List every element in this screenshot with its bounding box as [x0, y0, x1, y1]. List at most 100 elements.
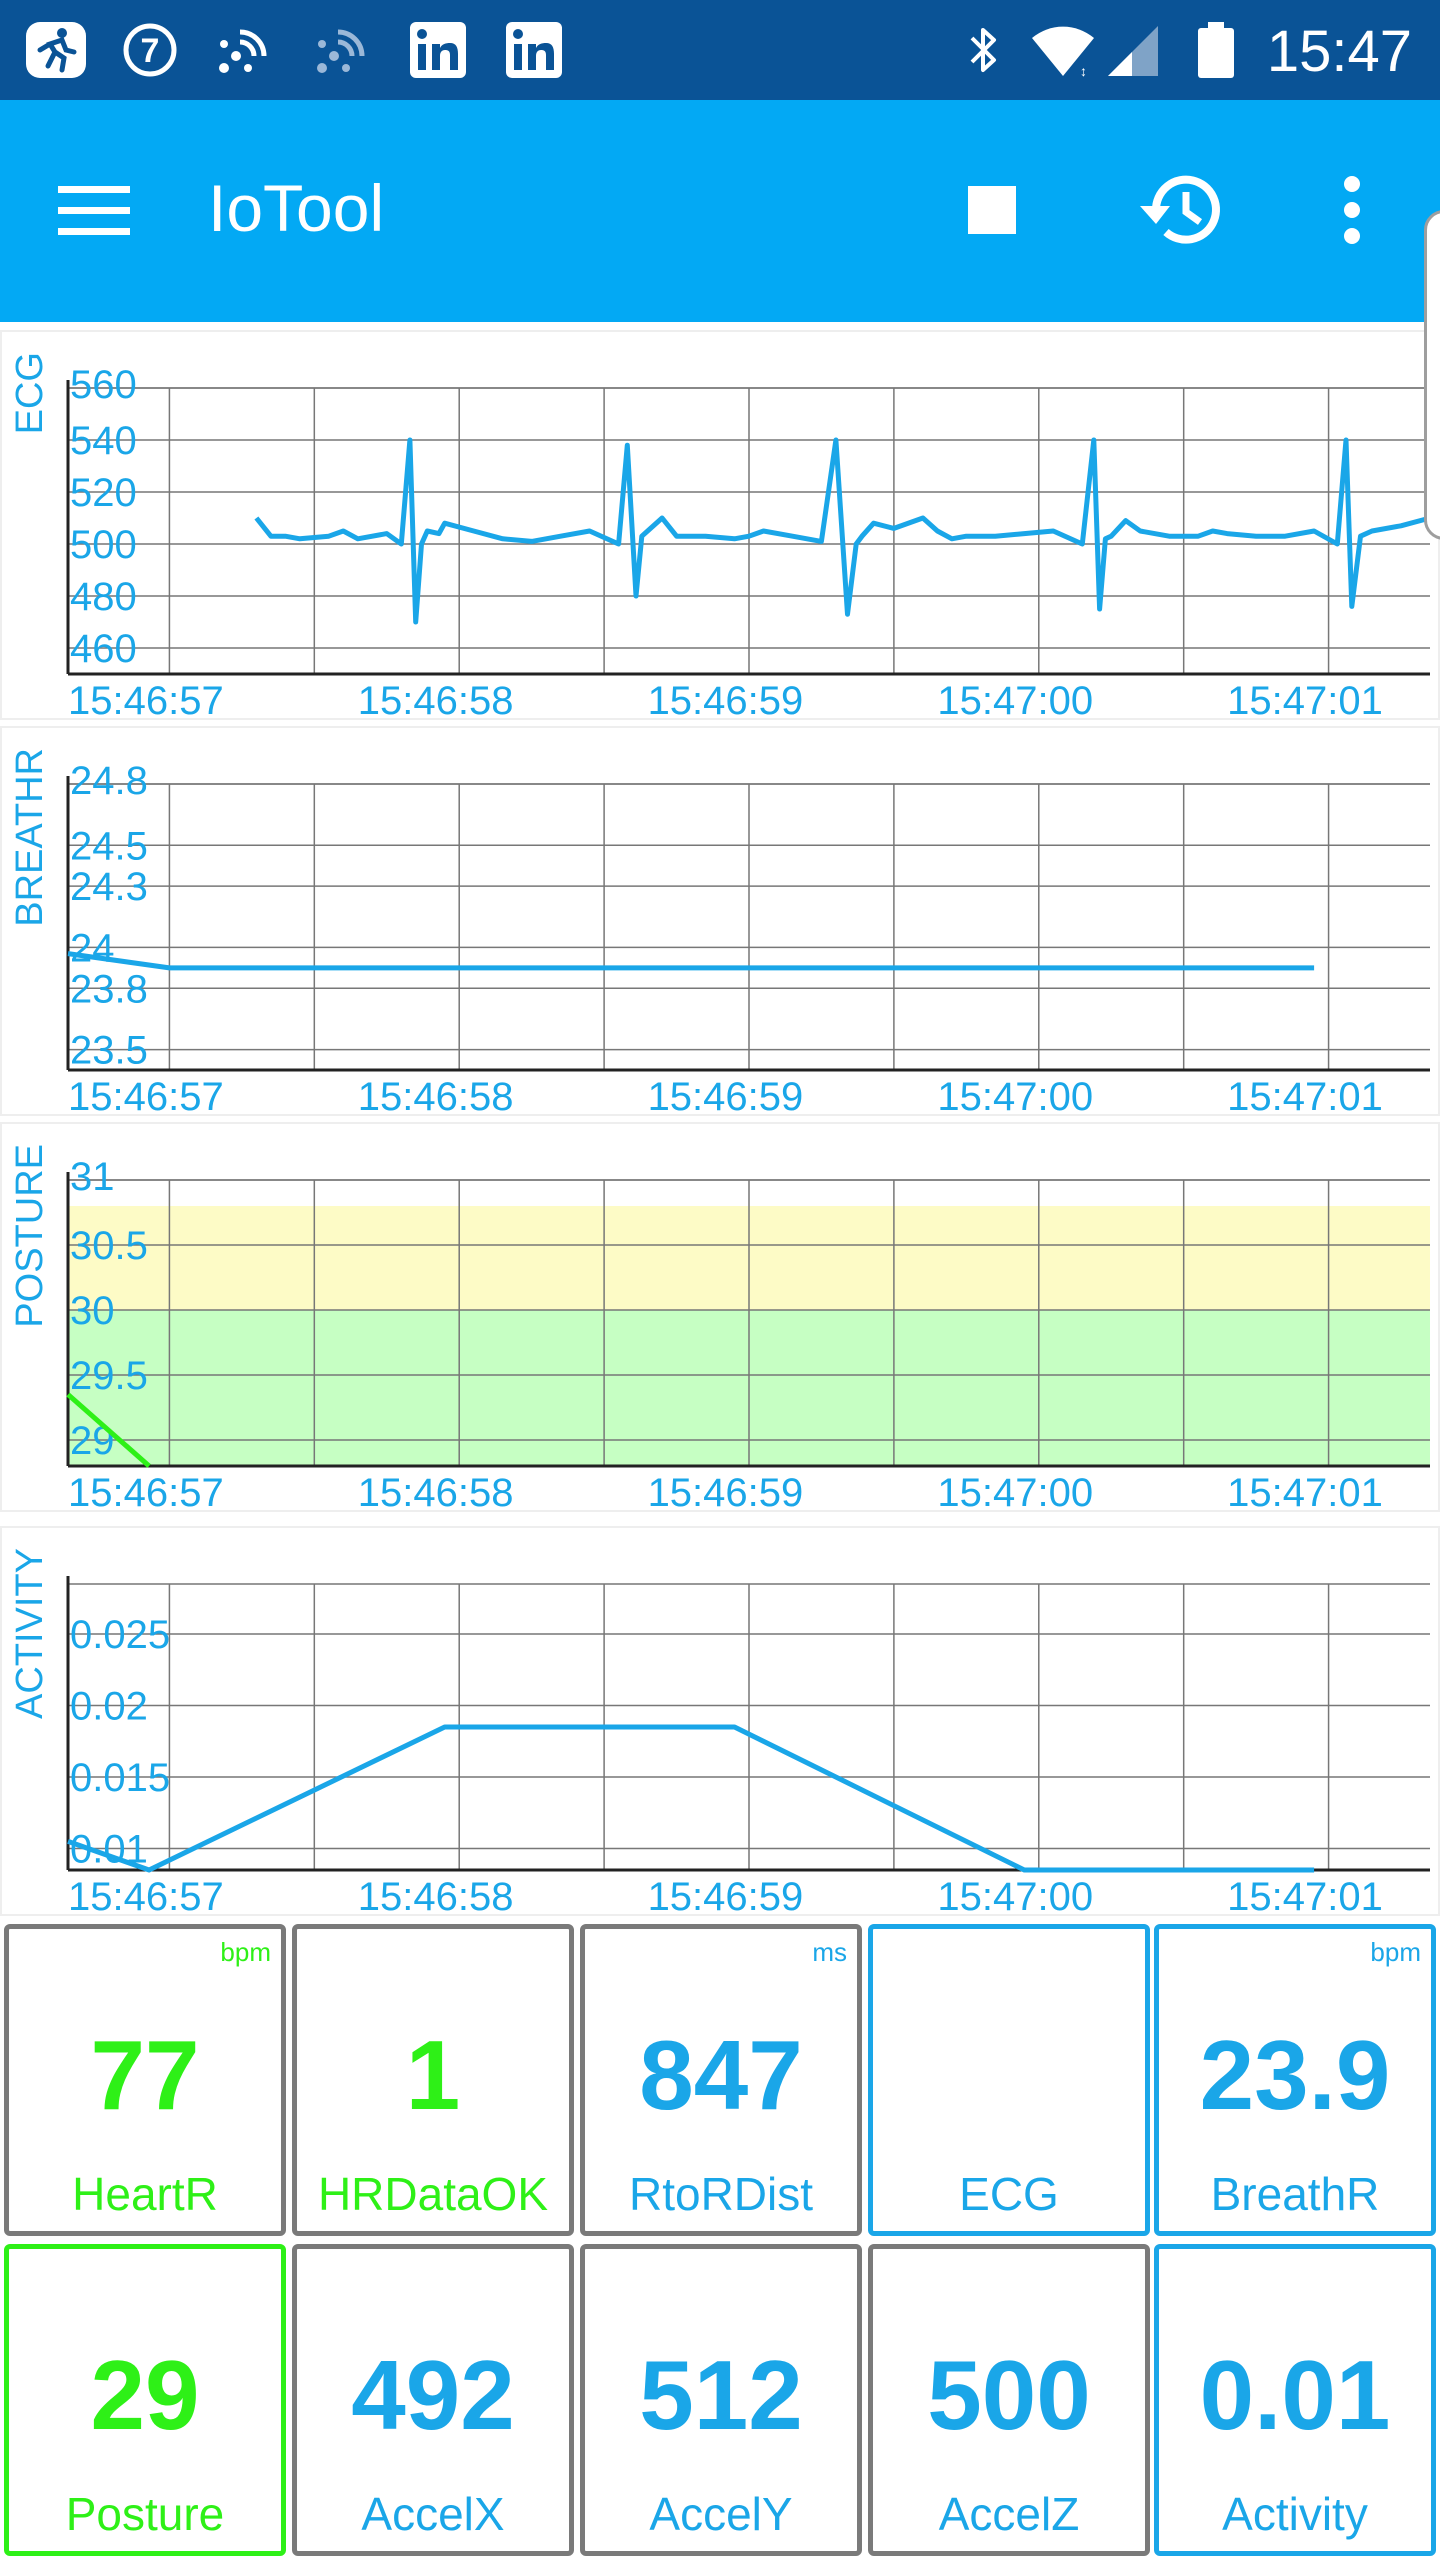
tile-label: ECG	[959, 2168, 1059, 2220]
tile-label: Activity	[1222, 2488, 1368, 2540]
x-tick-label: 15:46:59	[648, 1471, 804, 1512]
x-tick-label: 15:46:57	[68, 1471, 224, 1512]
tile-value: 500	[927, 2340, 1091, 2450]
x-tick-label: 15:46:58	[358, 1075, 514, 1116]
x-tick-label: 15:46:57	[68, 1875, 224, 1916]
svg-text:↕: ↕	[1080, 63, 1087, 78]
y-tick-label: 540	[70, 419, 137, 463]
breathr-chart: 24.8 24.5 24.3 24 23.8 23.5 15:46:57 15:46:58 15…	[0, 726, 1440, 1116]
tile-label: HRDataOK	[317, 2168, 549, 2220]
clock: 15:47	[1266, 19, 1412, 84]
satellite-faint-icon	[317, 29, 365, 73]
x-tick-label: 15:46:57	[68, 679, 224, 720]
activity-chart: 0.025 0.02 0.015 0.01 15:46:57 15:46:58 15:46:…	[0, 1526, 1440, 1916]
posture-chart: 31 30.5 30 29.5 29 15:46:57 15:46:58 15:46:59 15…	[0, 1122, 1440, 1512]
y-tick-label: 23.8	[70, 967, 148, 1011]
tile-hrdataok[interactable]: 1 HRDataOK	[292, 1924, 574, 2236]
tile-posture[interactable]: 29 Posture	[4, 2244, 286, 2556]
bluetooth-icon	[970, 28, 996, 72]
y-tick-label: 30	[70, 1289, 115, 1333]
tile-unit: bpm	[220, 1937, 271, 1967]
y-axis-title: ECG	[9, 352, 51, 434]
y-tick-label: 24.3	[70, 865, 148, 909]
x-tick-label: 15:46:58	[358, 1471, 514, 1512]
tile-label: AccelX	[361, 2488, 505, 2540]
linkedin-icon	[410, 22, 466, 78]
series-line	[254, 437, 1431, 625]
y-tick-label: 31	[70, 1155, 115, 1199]
x-tick-label: 15:46:57	[68, 1075, 224, 1116]
tile-value: 77	[90, 2020, 200, 2130]
x-tick-label: 15:47:01	[1227, 1075, 1383, 1116]
y-tick-label: 29	[70, 1419, 115, 1463]
tile-accelz[interactable]: 500 AccelZ	[868, 2244, 1150, 2556]
y-axis-title: ACTIVITY	[9, 1548, 51, 1719]
y-tick-label: 460	[70, 627, 137, 671]
ecg-chart: 560 540 520 500 480 460 15:46:57 15:46:58 15:46:…	[0, 330, 1440, 720]
y-tick-label: 0.02	[70, 1685, 148, 1729]
sensor-tiles: bpm 77 HeartR 1 HRDataOK ms 847 RtoRDist…	[0, 1920, 1440, 2560]
tile-label: AccelZ	[938, 2488, 1080, 2540]
wifi-icon: ↕	[1032, 26, 1094, 78]
tile-value: 0.01	[1199, 2340, 1391, 2450]
y-tick-label: 24.5	[70, 824, 148, 868]
status-bar: 7 ↕ 15:47	[0, 0, 1440, 100]
tile-label: HeartR	[72, 2168, 218, 2220]
activity-chart-svg: 0.0250.020.0150.0115:46:57 15:46:58 15:46:…	[9, 1548, 1430, 1916]
signal-icon	[1108, 26, 1158, 76]
x-tick-label: 15:47:00	[937, 679, 1093, 720]
side-drawer-handle[interactable]	[1424, 210, 1440, 540]
tile-value: 29	[90, 2340, 200, 2450]
svg-text:7: 7	[141, 32, 160, 70]
y-tick-label: 520	[70, 471, 137, 515]
linkedin-icon	[506, 22, 562, 78]
y-tick-label: 29.5	[70, 1354, 148, 1398]
breathr-chart-svg: 24.8 24.524.3 2423.8 23.515:46:57 15:46:58 15…	[9, 748, 1430, 1116]
satellite-icon	[219, 29, 267, 73]
y-axis-title: POSTURE	[9, 1144, 51, 1328]
y-tick-label: 24	[70, 926, 115, 970]
y-axis-title: BREATHR	[9, 748, 51, 927]
stop-icon[interactable]	[966, 184, 1018, 236]
seven-badge-icon: 7	[123, 23, 177, 77]
y-tick-label: 0.015	[70, 1756, 170, 1800]
posture-chart-svg: 31 30.5 30 29.5 29 15:46:57 15:46:58 15:46:59 15…	[9, 1144, 1430, 1512]
more-vert-icon[interactable]	[1334, 174, 1370, 246]
x-tick-label: 15:46:58	[358, 679, 514, 720]
tile-rtordist[interactable]: ms 847 RtoRDist	[580, 1924, 862, 2236]
tile-value: 1	[405, 2020, 461, 2130]
tile-activity[interactable]: 0.01 Activity	[1154, 2244, 1436, 2556]
tile-value: 23.9	[1199, 2020, 1391, 2130]
running-app-icon	[26, 22, 86, 78]
y-tick-label: 0.025	[70, 1613, 170, 1657]
x-tick-label: 15:46:59	[648, 679, 804, 720]
x-tick-label: 15:47:01	[1227, 679, 1383, 720]
tile-label: BreathR	[1210, 2168, 1380, 2220]
x-tick-label: 15:47:00	[937, 1471, 1093, 1512]
y-tick-label: 24.8	[70, 759, 148, 803]
tile-unit: ms	[812, 1937, 847, 1967]
menu-icon[interactable]	[54, 180, 134, 240]
y-tick-label: 23.5	[70, 1029, 148, 1073]
y-tick-label: 560	[70, 363, 137, 407]
y-tick-label: 30.5	[70, 1224, 148, 1268]
series-line	[67, 951, 1315, 971]
x-tick-label: 15:46:59	[648, 1075, 804, 1116]
tile-accely[interactable]: 512 AccelY	[580, 2244, 862, 2556]
tile-value: 512	[639, 2340, 803, 2450]
app-bar: IoTool	[0, 100, 1440, 322]
ecg-chart-svg: 560 540 520 500 480 460 15:46:57 15:46:58 15:46:…	[9, 352, 1431, 720]
y-tick-label: 500	[70, 523, 137, 567]
tile-ecg[interactable]: ECG	[868, 1924, 1150, 2236]
tile-accelx[interactable]: 492 AccelX	[292, 2244, 574, 2556]
tile-value: 847	[639, 2020, 803, 2130]
tile-heartr[interactable]: bpm 77 HeartR	[4, 1924, 286, 2236]
x-tick-label: 15:46:59	[648, 1875, 804, 1916]
tile-label: RtoRDist	[628, 2168, 814, 2220]
x-tick-label: 15:47:00	[937, 1075, 1093, 1116]
battery-icon	[1198, 22, 1234, 78]
history-icon[interactable]	[1136, 168, 1226, 252]
tile-breathr[interactable]: bpm 23.9 BreathR	[1154, 1924, 1436, 2236]
tile-unit: bpm	[1370, 1937, 1421, 1967]
tile-label: Posture	[65, 2488, 225, 2540]
